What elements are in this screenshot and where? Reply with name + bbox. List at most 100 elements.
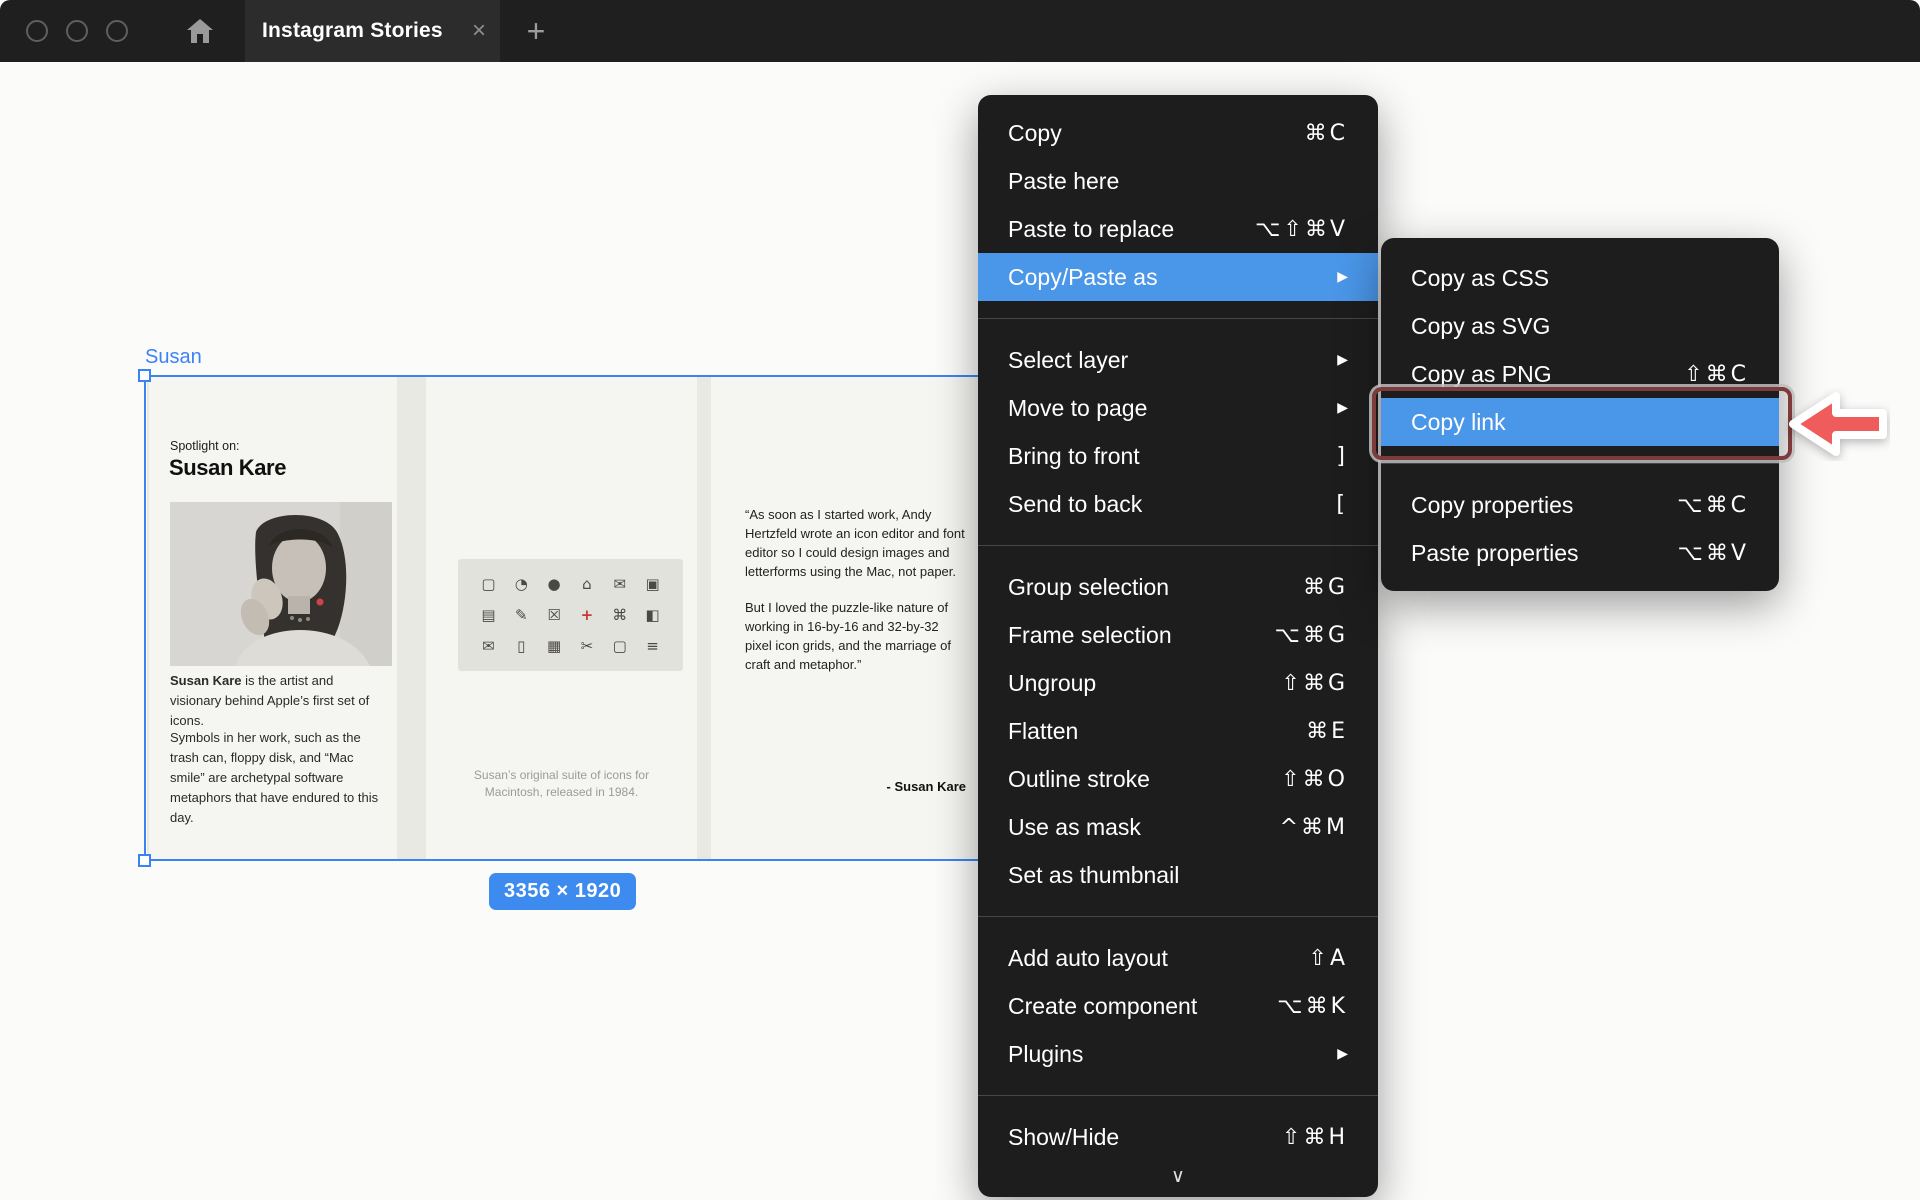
menu-divider <box>1381 463 1779 464</box>
bold-name: Susan Kare <box>170 673 242 688</box>
menu-item-shortcut: ⌥⌘K <box>1277 994 1348 1019</box>
menu-item-bring-to-front[interactable]: Bring to front] <box>978 432 1378 480</box>
menu-item-copy[interactable]: Copy⌘C <box>978 109 1378 157</box>
menu-item-frame-selection[interactable]: Frame selection⌥⌘G <box>978 611 1378 659</box>
menu-item-label: Move to page <box>1008 395 1325 422</box>
menu-item-label: Copy link <box>1411 409 1749 436</box>
menu-item-label: Copy as SVG <box>1411 313 1749 340</box>
menu-item-label: Set as thumbnail <box>1008 862 1348 889</box>
menu-item-label: Add auto layout <box>1008 945 1309 972</box>
menu-item-label: Plugins <box>1008 1041 1325 1068</box>
menu-item-group-selection[interactable]: Group selection⌘G <box>978 563 1378 611</box>
menu-item-paste-properties[interactable]: Paste properties⌥⌘V <box>1381 529 1779 577</box>
page-icon: ▯ <box>517 637 525 655</box>
home-button[interactable] <box>180 0 220 62</box>
menu-item-copy-as-css[interactable]: Copy as CSS <box>1381 254 1779 302</box>
submenu-arrow-icon: ▶ <box>1337 352 1348 368</box>
quote-text: “As soon as I started work, Andy Hertzfe… <box>745 505 967 674</box>
submenu-arrow-icon: ▶ <box>1337 1046 1348 1062</box>
menu-item-show-hide[interactable]: Show/Hide⇧⌘H <box>978 1113 1378 1161</box>
menu-item-shortcut: ⇧⌘C <box>1684 362 1749 387</box>
menu-item-label: Outline stroke <box>1008 766 1281 793</box>
frame-label[interactable]: Susan <box>145 346 202 369</box>
menu-item-copy-as-svg[interactable]: Copy as SVG <box>1381 302 1779 350</box>
menu-item-copy-paste-as[interactable]: Copy/Paste as ▶ <box>978 253 1378 301</box>
story-card-icons[interactable]: ▢◔●⌂✉▣▤✎☒+⌘◧✉▯▦✂▢≡ Susan’s original suit… <box>426 377 697 859</box>
menu-item-shortcut: ^⌘M <box>1280 815 1348 840</box>
tab-close-icon[interactable]: × <box>472 19 486 43</box>
story-card-spotlight[interactable]: Spotlight on: Susan Kare <box>149 377 397 859</box>
menu-item-flatten[interactable]: Flatten⌘E <box>978 707 1378 755</box>
chevron-down-icon: ∨ <box>1171 1165 1185 1187</box>
menu-divider <box>978 1095 1378 1096</box>
menu-item-ungroup[interactable]: Ungroup⇧⌘G <box>978 659 1378 707</box>
paint-tools-icon: ▦ <box>547 637 561 655</box>
menu-item-shortcut: [ <box>1336 492 1348 517</box>
menu-item-select-layer[interactable]: Select layer ▶ <box>978 336 1378 384</box>
caption-line: Macintosh, released in 1984. <box>426 784 697 801</box>
quote-attribution: - Susan Kare <box>887 779 966 794</box>
context-menu: Copy⌘CPaste herePaste to replace⌥⇧⌘VCopy… <box>978 95 1378 1197</box>
menu-item-use-as-mask[interactable]: Use as mask^⌘M <box>978 803 1378 851</box>
story-card-quote[interactable]: “As soon as I started work, Andy Hertzfe… <box>711 377 986 859</box>
menu-item-shortcut: ⌘E <box>1306 719 1348 744</box>
menu-item-plugins[interactable]: Plugins ▶ <box>978 1030 1378 1078</box>
frame-susan[interactable]: Spotlight on: Susan Kare <box>147 377 986 859</box>
menu-item-paste-to-replace[interactable]: Paste to replace⌥⇧⌘V <box>978 205 1378 253</box>
menu-item-shortcut: ⇧⌘H <box>1282 1125 1348 1150</box>
menu-item-label: Show/Hide <box>1008 1124 1282 1151</box>
menu-item-label: Copy/Paste as <box>1008 264 1325 291</box>
menu-item-label: Select layer <box>1008 347 1325 374</box>
red-cross-icon: + <box>581 606 594 624</box>
window-control-circle[interactable] <box>106 20 128 42</box>
menu-item-shortcut: ⌥⌘G <box>1275 623 1348 648</box>
image-caption: Susan’s original suite of icons for Maci… <box>426 767 697 801</box>
menu-item-shortcut: ⇧⌘G <box>1282 671 1348 696</box>
selection-handle-top-left[interactable] <box>138 369 151 382</box>
menu-item-label: Send to back <box>1008 491 1336 518</box>
new-tab-button[interactable]: + <box>512 0 560 62</box>
menu-item-send-to-back[interactable]: Send to back[ <box>978 480 1378 528</box>
menu-item-move-to-page[interactable]: Move to page ▶ <box>978 384 1378 432</box>
stack-icon: ≡ <box>646 637 659 655</box>
menu-item-outline-stroke[interactable]: Outline stroke⇧⌘O <box>978 755 1378 803</box>
floppy-disk-icon: ▣ <box>645 575 659 593</box>
submenu-arrow-icon: ▶ <box>1337 269 1348 285</box>
selection-handle-bottom-left[interactable] <box>138 854 151 867</box>
card-eyebrow: Spotlight on: <box>170 439 240 453</box>
bomb-icon: ● <box>548 575 561 593</box>
menu-item-label: Copy as CSS <box>1411 265 1749 292</box>
tab-instagram-stories[interactable]: Instagram Stories × <box>245 0 500 62</box>
menu-item-label: Paste properties <box>1411 540 1678 567</box>
canvas[interactable]: Susan Spotlight on: Susan Kare <box>0 62 1920 1200</box>
toolbar: Instagram Stories × + <box>0 0 1920 62</box>
menu-item-copy-as-png[interactable]: Copy as PNG⇧⌘C <box>1381 350 1779 398</box>
menu-item-copy-properties[interactable]: Copy properties⌥⌘C <box>1381 481 1779 529</box>
window-control-circle[interactable] <box>66 20 88 42</box>
tab-title: Instagram Stories <box>262 19 443 43</box>
quote-paragraph: “As soon as I started work, Andy Hertzfe… <box>745 505 967 581</box>
menu-item-shortcut: ⌘C <box>1305 121 1348 146</box>
menu-divider <box>978 545 1378 546</box>
watch-icon: ◔ <box>515 575 528 593</box>
menu-item-copy-link[interactable]: Copy link <box>1381 398 1779 446</box>
marker-icon: ✎ <box>515 606 528 624</box>
window-controls <box>26 0 128 62</box>
window-control-circle[interactable] <box>26 20 48 42</box>
menu-item-create-component[interactable]: Create component⌥⌘K <box>978 982 1378 1030</box>
card-title: Susan Kare <box>169 455 286 481</box>
menu-item-paste-here[interactable]: Paste here <box>978 157 1378 205</box>
menu-item-shortcut: ⌥⇧⌘V <box>1255 217 1348 242</box>
menu-item-label: Paste here <box>1008 168 1348 195</box>
card-body-paragraph: Symbols in her work, such as the trash c… <box>170 728 388 828</box>
submenu-arrow-icon: ▶ <box>1337 400 1348 416</box>
menu-item-shortcut: ⇧⌘O <box>1281 767 1348 792</box>
copy-paste-submenu: Copy as CSSCopy as SVGCopy as PNG⇧⌘CCopy… <box>1381 238 1779 591</box>
menu-item-label: Copy as PNG <box>1411 361 1684 388</box>
menu-item-set-as-thumbnail[interactable]: Set as thumbnail <box>978 851 1378 899</box>
plus-icon: + <box>527 13 546 50</box>
menu-scroll-more[interactable]: ∨ <box>978 1161 1378 1191</box>
menu-item-label: Bring to front <box>1008 443 1336 470</box>
menu-item-add-auto-layout[interactable]: Add auto layout⇧A <box>978 934 1378 982</box>
command-key-icon: ⌘ <box>612 606 627 624</box>
